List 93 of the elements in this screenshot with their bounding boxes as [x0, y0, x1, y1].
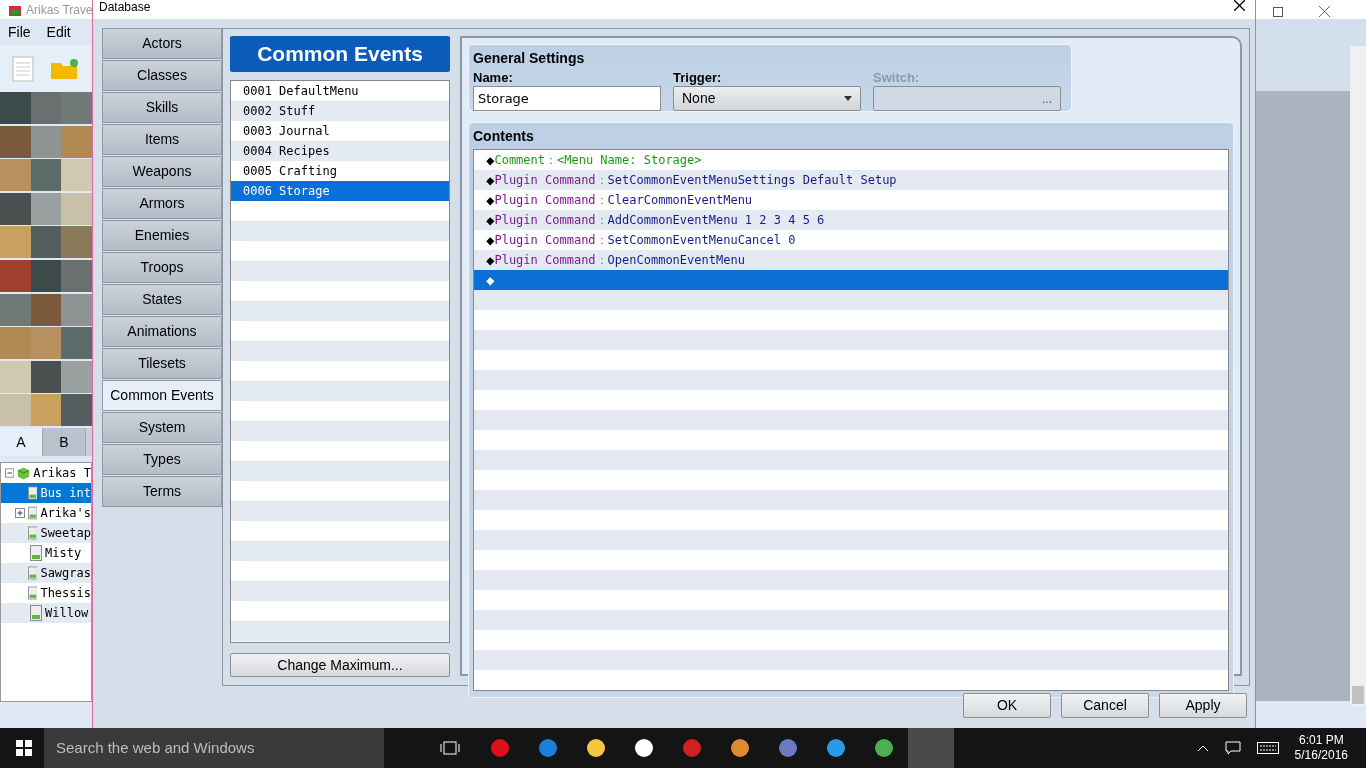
- diamond-marker: ◆: [486, 230, 495, 250]
- close-icon[interactable]: [1234, 0, 1245, 11]
- menu-item[interactable]: File: [8, 21, 31, 43]
- tileset-tab[interactable]: B: [43, 428, 86, 456]
- field-label: Name:: [473, 69, 513, 86]
- command-row[interactable]: ◆Plugin Command：OpenCommonEventMenu: [474, 250, 1228, 270]
- dialog-button[interactable]: OK: [963, 693, 1051, 718]
- command-label: Plugin Command: [494, 172, 596, 189]
- command-separator: ：: [595, 212, 608, 229]
- command-separator: ：: [595, 252, 608, 269]
- change-maximum-button[interactable]: Change Maximum...: [230, 653, 450, 677]
- dialog-button[interactable]: Apply: [1159, 693, 1247, 718]
- command-separator: ：: [545, 152, 557, 169]
- map-icon: [27, 565, 38, 581]
- map-icon: [30, 605, 42, 621]
- category-tab[interactable]: System: [102, 412, 222, 443]
- command-text: AddCommonEventMenu 1 2 3 4 5 6: [607, 212, 825, 229]
- map-icon: [27, 525, 38, 541]
- caret-icon: [844, 96, 852, 101]
- map-icon: [28, 505, 38, 521]
- category-tab[interactable]: Tilesets: [102, 348, 222, 379]
- command-text: ClearCommonEventMenu: [607, 192, 753, 209]
- tree-row[interactable]: Sweetap: [1, 523, 91, 543]
- command-text: <Menu Name: Storage>: [557, 152, 702, 169]
- scrollbar-thumb[interactable]: [1352, 686, 1364, 704]
- diamond-marker: ◆: [486, 250, 495, 270]
- command-row[interactable]: ◆Plugin Command：AddCommonEventMenu 1 2 3 4 5 6: [474, 210, 1228, 230]
- category-tab[interactable]: Common Events: [102, 380, 222, 411]
- diamond-marker: ◆: [486, 210, 495, 230]
- cube-icon: [16, 465, 32, 481]
- category-tab[interactable]: Types: [102, 444, 222, 475]
- name-field[interactable]: Storage: [473, 86, 661, 111]
- collapse-icon[interactable]: [5, 468, 15, 478]
- category-tab[interactable]: Troops: [102, 252, 222, 283]
- command-separator: ：: [595, 172, 608, 189]
- map-icon: [27, 585, 38, 601]
- command-label: Plugin Command: [494, 212, 596, 229]
- category-tab[interactable]: Items: [102, 124, 222, 155]
- trigger-dropdown[interactable]: None: [673, 86, 861, 111]
- expand-icon[interactable]: [15, 508, 25, 518]
- group-title: Contents: [473, 127, 534, 145]
- diamond-marker: ◆: [486, 270, 495, 290]
- tree-row[interactable]: Sawgras: [1, 563, 91, 583]
- category-tab[interactable]: Armors: [102, 188, 222, 219]
- event-row[interactable]: 0006 Storage: [231, 181, 449, 201]
- chevron-up-icon[interactable]: [1196, 744, 1209, 752]
- tree-item[interactable]: Arikas T: [33, 464, 91, 482]
- category-tab[interactable]: Animations: [102, 316, 222, 347]
- list-heading: Common Events: [230, 36, 450, 72]
- category-tab[interactable]: Skills: [102, 92, 222, 123]
- map-icon: [27, 485, 38, 501]
- category-tab[interactable]: Enemies: [102, 220, 222, 251]
- taskbar-search-field[interactable]: Search the web and Windows: [44, 728, 384, 768]
- diamond-marker: ◆: [486, 150, 495, 170]
- diamond-marker: ◆: [486, 190, 495, 210]
- tree-row[interactable]: Willow: [1, 603, 91, 623]
- command-label: Plugin Command: [494, 252, 596, 269]
- event-row[interactable]: 0004 Recipes: [231, 141, 449, 161]
- event-row[interactable]: 0002 Stuff: [231, 101, 449, 121]
- tree-row[interactable]: Bus int: [1, 483, 91, 503]
- dialog-button[interactable]: Cancel: [1061, 693, 1149, 718]
- dialog-title: Database: [99, 0, 151, 13]
- category-tab[interactable]: Terms: [102, 476, 222, 507]
- map-icon: [30, 545, 42, 561]
- field-label: Switch:: [873, 69, 920, 86]
- group-title: General Settings: [473, 49, 585, 67]
- clock-time[interactable]: 6:01 PM: [1298, 733, 1344, 748]
- task-view-icon[interactable]: [440, 740, 460, 756]
- windows-start-icon[interactable]: [16, 740, 32, 756]
- category-tab[interactable]: Actors: [102, 28, 222, 59]
- command-separator: ：: [595, 192, 608, 209]
- category-tab[interactable]: Classes: [102, 60, 222, 91]
- command-text: OpenCommonEventMenu: [607, 252, 745, 269]
- category-tab[interactable]: States: [102, 284, 222, 315]
- clock-date[interactable]: 5/16/2016: [1294, 748, 1348, 763]
- app-title: Arikas Trave: [26, 1, 93, 19]
- command-label: Plugin Command: [494, 232, 596, 249]
- field-label: Trigger:: [673, 69, 722, 86]
- menu-item[interactable]: Edit: [46, 21, 71, 43]
- command-row[interactable]: ◆Plugin Command：SetCommonEventMenuSettings Default Setup: [474, 170, 1228, 190]
- switch-field[interactable]: ...: [873, 86, 1061, 111]
- diamond-marker: ◆: [486, 170, 495, 190]
- command-label: Plugin Command: [494, 192, 596, 209]
- command-text: SetCommonEventMenuCancel 0: [607, 232, 796, 249]
- maximize-icon[interactable]: [1273, 6, 1283, 17]
- category-tab[interactable]: Weapons: [102, 156, 222, 187]
- command-label: Comment: [494, 152, 545, 169]
- tileset-tab[interactable]: A: [0, 428, 43, 456]
- notification-icon[interactable]: [1224, 741, 1241, 755]
- command-separator: ：: [595, 232, 608, 249]
- command-text: SetCommonEventMenuSettings Default Setup: [607, 172, 897, 189]
- command-row[interactable]: ◆: [474, 270, 1228, 290]
- keyboard-icon[interactable]: [1256, 742, 1279, 754]
